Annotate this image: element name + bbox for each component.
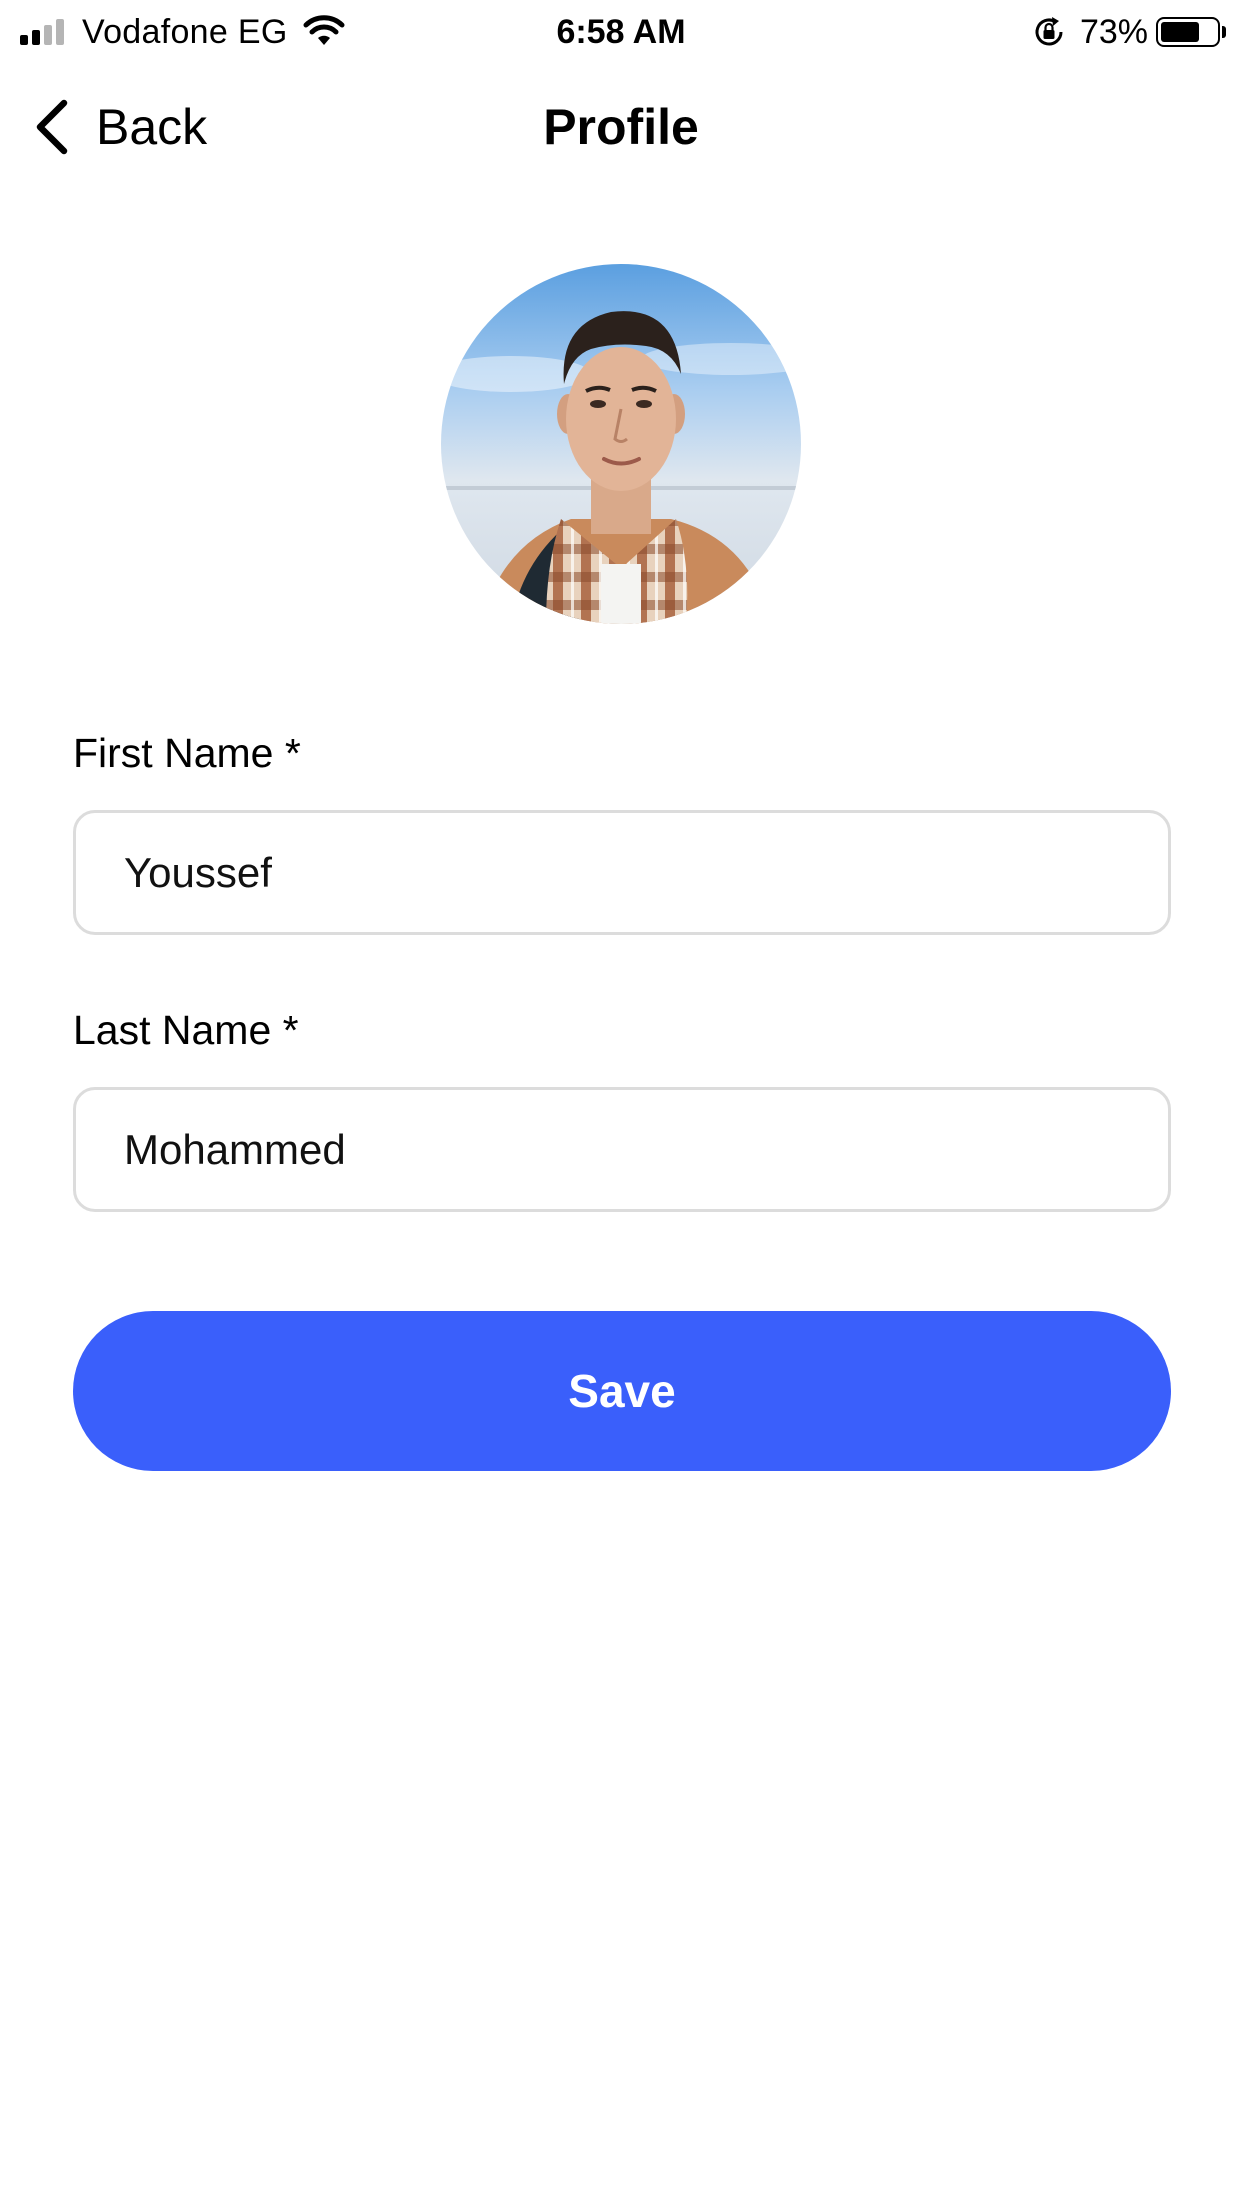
avatar-photo — [441, 264, 801, 624]
avatar[interactable] — [441, 264, 801, 624]
battery-tip — [1222, 26, 1226, 38]
page-title: Profile — [543, 99, 699, 155]
last-name-input[interactable] — [73, 1087, 1171, 1212]
status-bar: Vodafone EG 6:58 AM 73% — [0, 0, 1242, 62]
profile-screen: Vodafone EG 6:58 AM 73% Back Profile Fir… — [0, 0, 1242, 2208]
status-bar-right: 73% — [1032, 10, 1226, 54]
first-name-label: First Name * — [73, 730, 301, 776]
nav-bar: Back Profile — [0, 90, 1242, 164]
first-name-input[interactable] — [73, 810, 1171, 935]
battery-percent: 73% — [1079, 12, 1148, 51]
last-name-label: Last Name * — [73, 1007, 299, 1053]
battery-icon — [1156, 17, 1220, 47]
save-button[interactable]: Save — [73, 1311, 1171, 1471]
orientation-lock-icon — [1035, 17, 1063, 46]
